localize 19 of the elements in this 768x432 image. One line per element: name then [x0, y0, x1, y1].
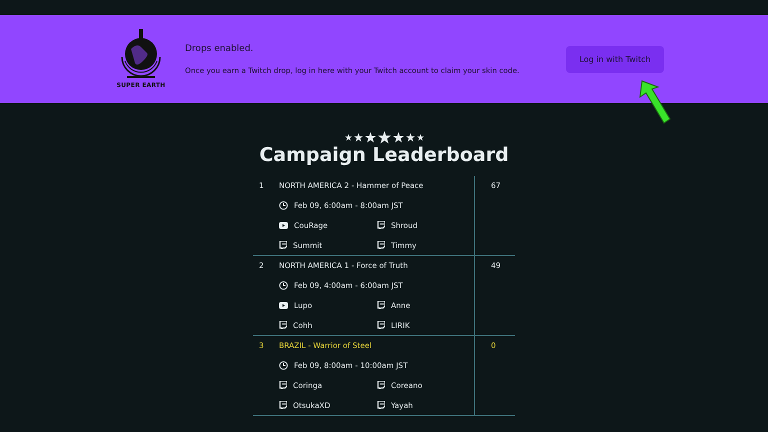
video-play-icon — [279, 302, 288, 308]
chat-bubble-icon — [279, 381, 287, 389]
chat-bubble-icon — [377, 221, 385, 229]
login-button[interactable]: Log in with Twitch — [566, 46, 664, 72]
chat-bubble-icon — [279, 401, 287, 409]
cursor-arrow-icon — [638, 79, 672, 125]
chat-bubble-icon — [377, 321, 385, 329]
chat-bubble-icon — [279, 241, 287, 249]
chat-bubble-icon — [377, 381, 385, 389]
chat-bubble-icon — [377, 301, 385, 309]
chat-bubble-icon — [377, 241, 385, 249]
leaderboard-title: Campaign Leaderboard — [259, 144, 509, 166]
video-play-icon — [279, 222, 288, 228]
chat-bubble-icon — [279, 321, 287, 329]
clock-icon — [279, 200, 288, 210]
chat-bubble-icon — [377, 401, 385, 409]
clock-icon — [279, 280, 288, 290]
banner-heading: Drops enabled. — [185, 44, 254, 54]
clock-icon — [279, 360, 288, 370]
